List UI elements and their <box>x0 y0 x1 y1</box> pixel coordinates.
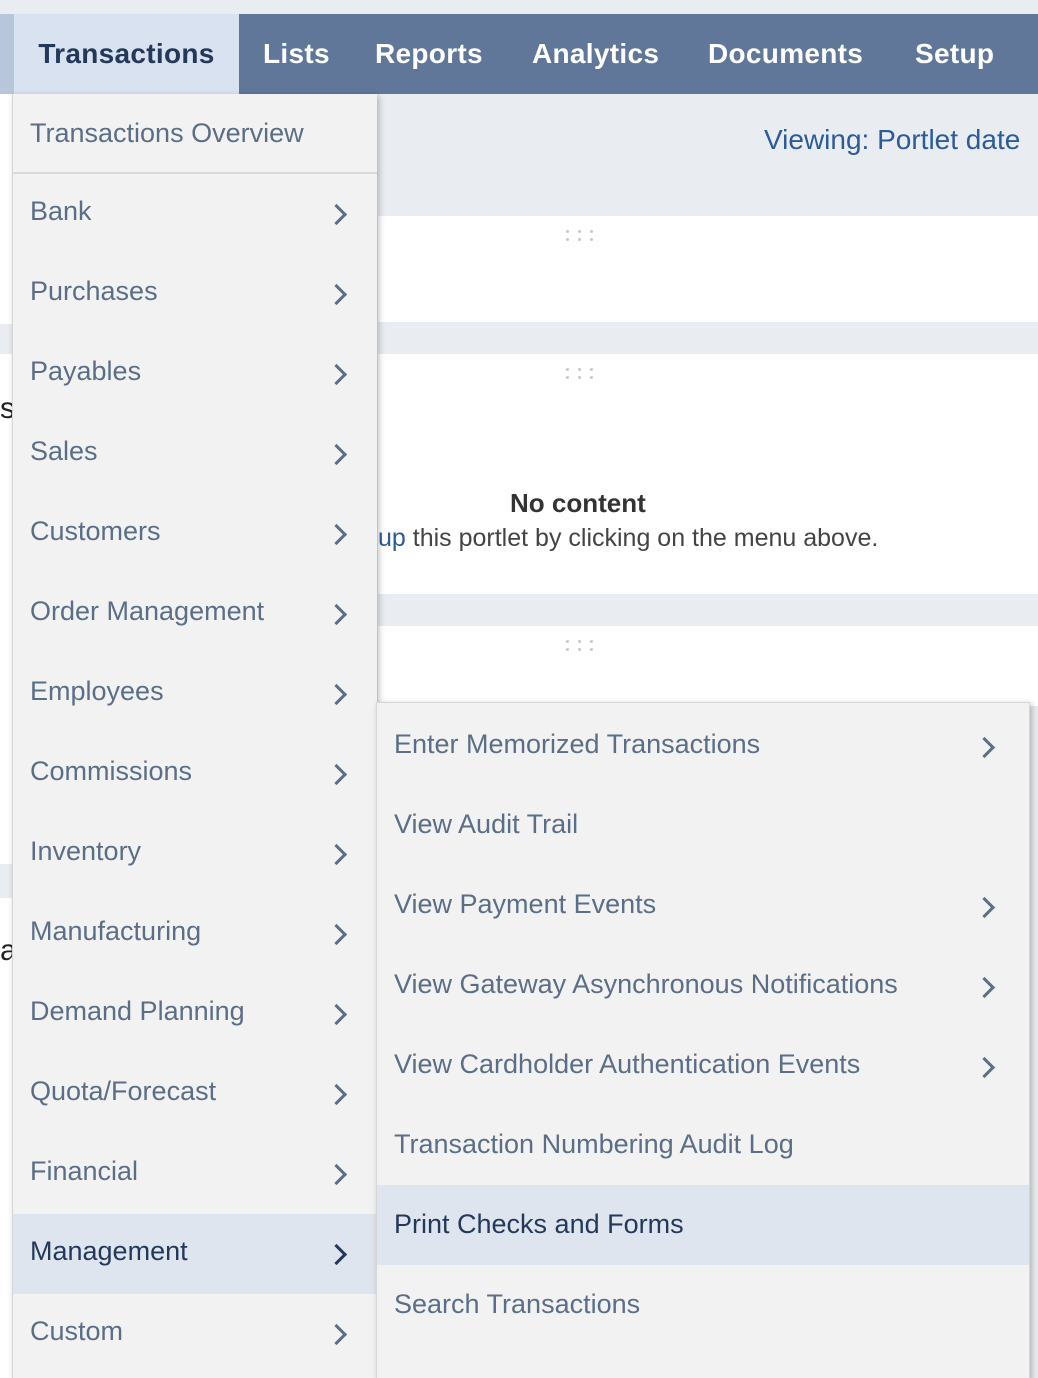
chevron-right-icon <box>325 443 348 466</box>
submenu-item-label: Transaction Numbering Audit Log <box>394 1129 794 1159</box>
submenu-item-label: Print Checks and Forms <box>394 1209 684 1239</box>
nav-tab-transactions[interactable]: Transactions <box>14 14 239 94</box>
menu-item-label: Management <box>30 1236 188 1266</box>
nav-tab-analytics[interactable]: Analytics <box>532 14 659 94</box>
menu-item-label: Customers <box>30 516 161 546</box>
chevron-right-icon <box>325 1243 348 1266</box>
chevron-right-icon <box>325 203 348 226</box>
hint-text: this portlet by clicking on the menu abo… <box>405 524 879 552</box>
drag-handle-icon[interactable] <box>566 368 596 380</box>
menu-item-label: Manufacturing <box>30 916 202 946</box>
menu-item-transactions-overview[interactable]: Transactions Overview <box>13 94 377 174</box>
nav-tab-lists[interactable]: Lists <box>263 14 330 94</box>
chevron-right-icon <box>973 1056 996 1079</box>
menu-item-label: Financial <box>30 1156 139 1186</box>
menu-item-label: Quota/Forecast <box>30 1076 217 1106</box>
submenu-item-label: View Cardholder Authentication Events <box>394 1049 861 1079</box>
portlet-2: No content up this portlet by clicking o… <box>378 354 1038 594</box>
menu-item-label: Inventory <box>30 836 142 866</box>
submenu-item-label: Enter Memorized Transactions <box>394 729 761 759</box>
menu-item-management[interactable]: Management <box>13 1214 377 1294</box>
viewing-portlet-date-link[interactable]: Viewing: Portlet date <box>764 124 1020 156</box>
menu-item-label: Order Management <box>30 596 265 626</box>
portlet-1 <box>378 216 1038 322</box>
netsuite-page: Transactions Lists Reports Analytics Doc… <box>0 0 1038 1378</box>
menu-item-label: Commissions <box>30 756 193 786</box>
menu-item-label: Transactions Overview <box>30 118 304 148</box>
menu-item-manufacturing[interactable]: Manufacturing <box>13 894 377 974</box>
transactions-dropdown-menu: Transactions Overview Bank Purchases Payab… <box>12 94 377 1378</box>
submenu-item-label: View Payment Events <box>394 889 657 919</box>
menu-item-label: Employees <box>30 676 164 706</box>
nav-tab-documents[interactable]: Documents <box>708 14 863 94</box>
menu-item-quota-forecast[interactable]: Quota/Forecast <box>13 1054 377 1134</box>
chevron-right-icon <box>325 603 348 626</box>
menu-item-payables[interactable]: Payables <box>13 334 377 414</box>
top-nav-bar: Transactions Lists Reports Analytics Doc… <box>0 14 1038 94</box>
submenu-item-label: View Gateway Asynchronous Notifications <box>394 969 898 999</box>
chevron-right-icon <box>973 736 996 759</box>
drag-handle-icon[interactable] <box>566 230 596 242</box>
submenu-item-view-payment-events[interactable]: View Payment Events <box>377 865 1029 945</box>
menu-item-label: Payables <box>30 356 142 386</box>
menu-item-custom[interactable]: Custom <box>13 1294 377 1374</box>
menu-item-inventory[interactable]: Inventory <box>13 814 377 894</box>
menu-item-label: Custom <box>30 1316 124 1346</box>
chevron-right-icon <box>325 523 348 546</box>
nav-tab-reports[interactable]: Reports <box>375 14 483 94</box>
chevron-right-icon <box>325 683 348 706</box>
submenu-item-label: Search Transactions <box>394 1289 641 1319</box>
nav-tab-setup[interactable]: Setup <box>915 14 994 94</box>
nav-left-strip <box>0 14 14 94</box>
chevron-right-icon <box>325 1083 348 1106</box>
submenu-item-print-checks-and-forms[interactable]: Print Checks and Forms <box>377 1185 1029 1265</box>
chevron-right-icon <box>325 1003 348 1026</box>
menu-item-customers[interactable]: Customers <box>13 494 377 574</box>
chevron-right-icon <box>973 896 996 919</box>
menu-item-financial[interactable]: Financial <box>13 1134 377 1214</box>
menu-item-label: Demand Planning <box>30 996 245 1026</box>
setup-link[interactable]: up <box>378 524 406 552</box>
submenu-item-transaction-numbering-audit-log[interactable]: Transaction Numbering Audit Log <box>377 1105 1029 1185</box>
no-content-title: No content <box>510 488 646 518</box>
menu-item-demand-planning[interactable]: Demand Planning <box>13 974 377 1054</box>
chevron-right-icon <box>325 283 348 306</box>
menu-item-label: Sales <box>30 436 98 466</box>
chevron-right-icon <box>325 763 348 786</box>
submenu-item-search-transactions[interactable]: Search Transactions <box>377 1265 1029 1345</box>
submenu-item-label: View Audit Trail <box>394 809 579 839</box>
chevron-right-icon <box>325 363 348 386</box>
chevron-right-icon <box>325 1323 348 1346</box>
chevron-right-icon <box>325 1163 348 1186</box>
chevron-right-icon <box>325 843 348 866</box>
drag-handle-icon[interactable] <box>566 640 596 652</box>
submenu-item-enter-memorized-transactions[interactable]: Enter Memorized Transactions <box>377 705 1029 785</box>
menu-item-purchases[interactable]: Purchases <box>13 254 377 334</box>
menu-item-bank[interactable]: Bank <box>13 174 377 254</box>
portlet-3 <box>378 626 1038 706</box>
chevron-right-icon <box>973 976 996 999</box>
menu-item-label: Purchases <box>30 276 158 306</box>
submenu-item-view-gateway-asynchronous-notifications[interactable]: View Gateway Asynchronous Notifications <box>377 945 1029 1025</box>
menu-item-commissions[interactable]: Commissions <box>13 734 377 814</box>
submenu-item-view-cardholder-authentication-events[interactable]: View Cardholder Authentication Events <box>377 1025 1029 1105</box>
menu-item-label: Bank <box>30 196 92 226</box>
submenu-item-view-audit-trail[interactable]: View Audit Trail <box>377 785 1029 865</box>
chevron-right-icon <box>325 923 348 946</box>
menu-item-employees[interactable]: Employees <box>13 654 377 734</box>
portlet-setup-hint: up this portlet by clicking on the menu … <box>378 524 878 553</box>
menu-item-order-management[interactable]: Order Management <box>13 574 377 654</box>
menu-item-sales[interactable]: Sales <box>13 414 377 494</box>
management-submenu: Enter Memorized Transactions View Audit T… <box>376 702 1030 1378</box>
